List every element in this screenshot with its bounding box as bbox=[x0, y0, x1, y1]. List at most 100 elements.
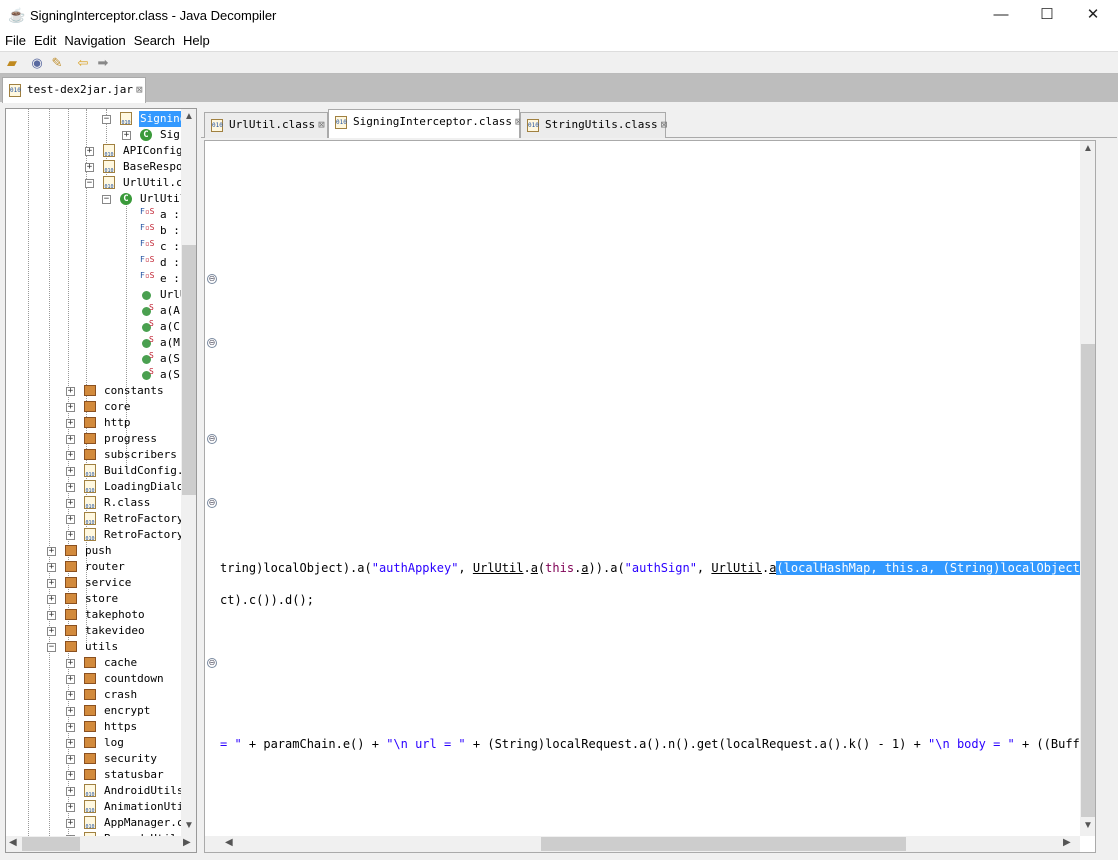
tree-item[interactable]: + takephoto bbox=[6, 607, 196, 623]
tree-item[interactable]: + service bbox=[6, 575, 196, 591]
collapse-icon[interactable]: − bbox=[102, 115, 111, 124]
tree-item[interactable]: + log bbox=[6, 735, 196, 751]
tree-item[interactable]: −010 UrlUtil.cl bbox=[6, 175, 196, 191]
tree-item[interactable]: +010 LoadingDialog bbox=[6, 479, 196, 495]
close-tab-icon[interactable]: ⊠ bbox=[136, 83, 143, 96]
expand-icon[interactable]: + bbox=[85, 147, 94, 156]
tree-item[interactable]: UrlU bbox=[6, 287, 196, 303]
tree-item[interactable]: − utils bbox=[6, 639, 196, 655]
expand-icon[interactable]: + bbox=[66, 483, 75, 492]
expand-icon[interactable]: + bbox=[66, 419, 75, 428]
fold-icon[interactable]: ⊖ bbox=[207, 658, 217, 668]
tree-item[interactable]: F▫S d : bbox=[6, 255, 196, 271]
expand-icon[interactable]: + bbox=[66, 499, 75, 508]
expand-icon[interactable]: + bbox=[66, 739, 75, 748]
editor-horizontal-scrollbar[interactable]: ◀ ▶ bbox=[205, 836, 1080, 852]
tree-item[interactable]: +010 AppManager.cl bbox=[6, 815, 196, 831]
close-button[interactable]: ✕ bbox=[1070, 0, 1116, 32]
expand-icon[interactable]: + bbox=[85, 163, 94, 172]
tree-item[interactable]: + http bbox=[6, 415, 196, 431]
minimize-button[interactable]: — bbox=[978, 0, 1024, 32]
scrollbar-thumb[interactable] bbox=[182, 245, 196, 495]
tree-item[interactable]: + router bbox=[6, 559, 196, 575]
expand-icon[interactable]: + bbox=[66, 803, 75, 812]
tree-item[interactable]: + progress bbox=[6, 431, 196, 447]
open-type-icon[interactable]: ◉ bbox=[28, 55, 46, 71]
collapse-icon[interactable]: − bbox=[85, 179, 94, 188]
tree-vertical-scrollbar[interactable]: ▲ ▼ bbox=[181, 109, 196, 836]
expand-icon[interactable]: + bbox=[66, 515, 75, 524]
editor-tab[interactable]: 010 UrlUtil.class ⊠ bbox=[204, 112, 328, 138]
back-arrow-icon[interactable]: ⇦ bbox=[74, 55, 92, 71]
expand-icon[interactable]: + bbox=[47, 547, 56, 556]
search-icon[interactable]: ✎ bbox=[48, 55, 66, 71]
tree-item[interactable]: +010 APIConfig. bbox=[6, 143, 196, 159]
expand-icon[interactable]: + bbox=[66, 387, 75, 396]
collapse-icon[interactable]: − bbox=[47, 643, 56, 652]
expand-icon[interactable]: + bbox=[47, 595, 56, 604]
expand-icon[interactable]: + bbox=[47, 563, 56, 572]
expand-icon[interactable]: + bbox=[66, 787, 75, 796]
tree-item[interactable]: Sa(C bbox=[6, 319, 196, 335]
expand-icon[interactable]: + bbox=[66, 819, 75, 828]
fold-icon[interactable]: ⊖ bbox=[207, 498, 217, 508]
expand-icon[interactable]: + bbox=[66, 771, 75, 780]
tree-item[interactable]: + statusbar bbox=[6, 767, 196, 783]
tree-item[interactable]: F▫S b : bbox=[6, 223, 196, 239]
editor-vertical-scrollbar[interactable]: ▲ ▼ bbox=[1080, 141, 1095, 836]
fold-icon[interactable]: ⊖ bbox=[207, 434, 217, 444]
tree-item[interactable]: +010 BaseRespor bbox=[6, 159, 196, 175]
tree-item[interactable]: Sa(S bbox=[6, 351, 196, 367]
tree-item[interactable]: + https bbox=[6, 719, 196, 735]
tree-item[interactable]: Sa(S bbox=[6, 367, 196, 383]
tree-item[interactable]: + core bbox=[6, 399, 196, 415]
tree-item[interactable]: F▫S a : bbox=[6, 207, 196, 223]
tree-item[interactable]: +010 AnimationUtil bbox=[6, 799, 196, 815]
expand-icon[interactable]: + bbox=[66, 403, 75, 412]
tree-item[interactable]: +010 AndroidUtils. bbox=[6, 783, 196, 799]
menu-search[interactable]: Search bbox=[129, 32, 178, 48]
scrollbar-thumb[interactable] bbox=[22, 837, 80, 851]
expand-icon[interactable]: + bbox=[122, 131, 131, 140]
expand-icon[interactable]: + bbox=[66, 451, 75, 460]
collapse-icon[interactable]: − bbox=[102, 195, 111, 204]
tree-item[interactable]: + cache bbox=[6, 655, 196, 671]
tree-item[interactable]: +010 RetroFactory. bbox=[6, 527, 196, 543]
tree-item[interactable]: − C UrlUtil bbox=[6, 191, 196, 207]
tree-item[interactable]: + countdown bbox=[6, 671, 196, 687]
menu-edit[interactable]: Edit bbox=[29, 32, 59, 48]
tree-item[interactable]: +010 R.class bbox=[6, 495, 196, 511]
expand-icon[interactable]: + bbox=[66, 467, 75, 476]
expand-icon[interactable]: + bbox=[47, 579, 56, 588]
expand-icon[interactable]: + bbox=[66, 707, 75, 716]
expand-icon[interactable]: + bbox=[66, 755, 75, 764]
tree-item[interactable]: F▫S e : bbox=[6, 271, 196, 287]
expand-icon[interactable]: + bbox=[66, 435, 75, 444]
tree-item[interactable]: −010 SigningI bbox=[6, 111, 196, 127]
tab-test-dex2jar[interactable]: 010 test-dex2jar.jar ⊠ bbox=[2, 77, 146, 103]
tree-item[interactable]: F▫S c : bbox=[6, 239, 196, 255]
fold-icon[interactable]: ⊖ bbox=[207, 274, 217, 284]
open-folder-icon[interactable]: ▰ bbox=[3, 55, 21, 71]
code-editor[interactable]: tring)localObject).a("authAppkey", UrlUt… bbox=[204, 140, 1096, 853]
tree-item[interactable]: Sa(A bbox=[6, 303, 196, 319]
expand-icon[interactable]: + bbox=[66, 531, 75, 540]
close-tab-icon[interactable]: ⊠ bbox=[318, 118, 325, 131]
tree-item[interactable]: + takevideo bbox=[6, 623, 196, 639]
tree-item[interactable]: + security bbox=[6, 751, 196, 767]
tree-item[interactable]: + crash bbox=[6, 687, 196, 703]
tree-item[interactable]: + store bbox=[6, 591, 196, 607]
tree-item[interactable]: +010 BuildConfig.c bbox=[6, 463, 196, 479]
expand-icon[interactable]: + bbox=[47, 627, 56, 636]
expand-icon[interactable]: + bbox=[66, 675, 75, 684]
expand-icon[interactable]: + bbox=[66, 723, 75, 732]
tree-item[interactable]: Sa(M bbox=[6, 335, 196, 351]
scrollbar-thumb[interactable] bbox=[541, 837, 906, 851]
expand-icon[interactable]: + bbox=[66, 691, 75, 700]
forward-arrow-icon[interactable]: ➡ bbox=[94, 55, 112, 71]
tree-item[interactable]: +010 RetroFactory$ bbox=[6, 511, 196, 527]
tree-item[interactable]: + push bbox=[6, 543, 196, 559]
tree-horizontal-scrollbar[interactable]: ◀ ▶ bbox=[6, 836, 196, 852]
menu-navigation[interactable]: Navigation bbox=[59, 32, 128, 48]
menu-help[interactable]: Help bbox=[178, 32, 213, 48]
